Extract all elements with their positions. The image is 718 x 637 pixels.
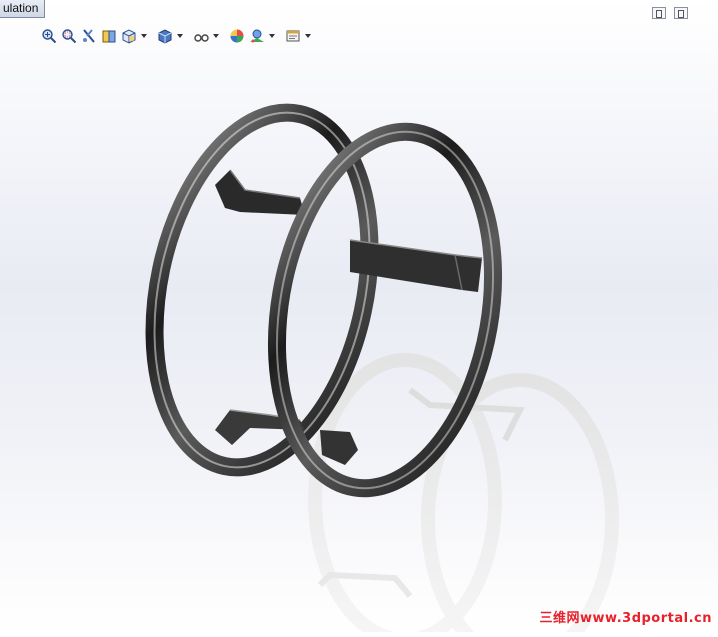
view-settings-icon[interactable] [284,27,302,45]
graphics-viewport[interactable] [0,0,718,637]
feature-tab-label: ulation [3,1,39,15]
hide-show-items-icon[interactable] [192,27,210,45]
model-canvas [145,103,619,637]
upper-rear-bracket [215,169,305,215]
view-orientation-icon[interactable] [120,27,138,45]
window-controls [652,7,688,19]
tile-left-icon[interactable] [652,7,666,19]
heads-up-view-toolbar [40,26,312,46]
view-settings-dropdown[interactable] [304,27,312,45]
apply-scene-dropdown[interactable] [268,27,276,45]
apply-scene-icon[interactable] [248,27,266,45]
edit-appearance-icon[interactable] [228,27,246,45]
view-orientation-dropdown[interactable] [140,27,148,45]
zoom-to-area-icon[interactable] [60,27,78,45]
display-style-icon[interactable] [156,27,174,45]
section-view-icon[interactable] [100,27,118,45]
previous-view-icon[interactable] [80,27,98,45]
hide-show-dropdown[interactable] [212,27,220,45]
tile-right-icon[interactable] [674,7,688,19]
display-style-dropdown[interactable] [176,27,184,45]
zoom-to-fit-icon[interactable] [40,27,58,45]
feature-tab[interactable]: ulation [0,0,46,18]
watermark-text: 三维网www.3dportal.cn [539,611,712,626]
